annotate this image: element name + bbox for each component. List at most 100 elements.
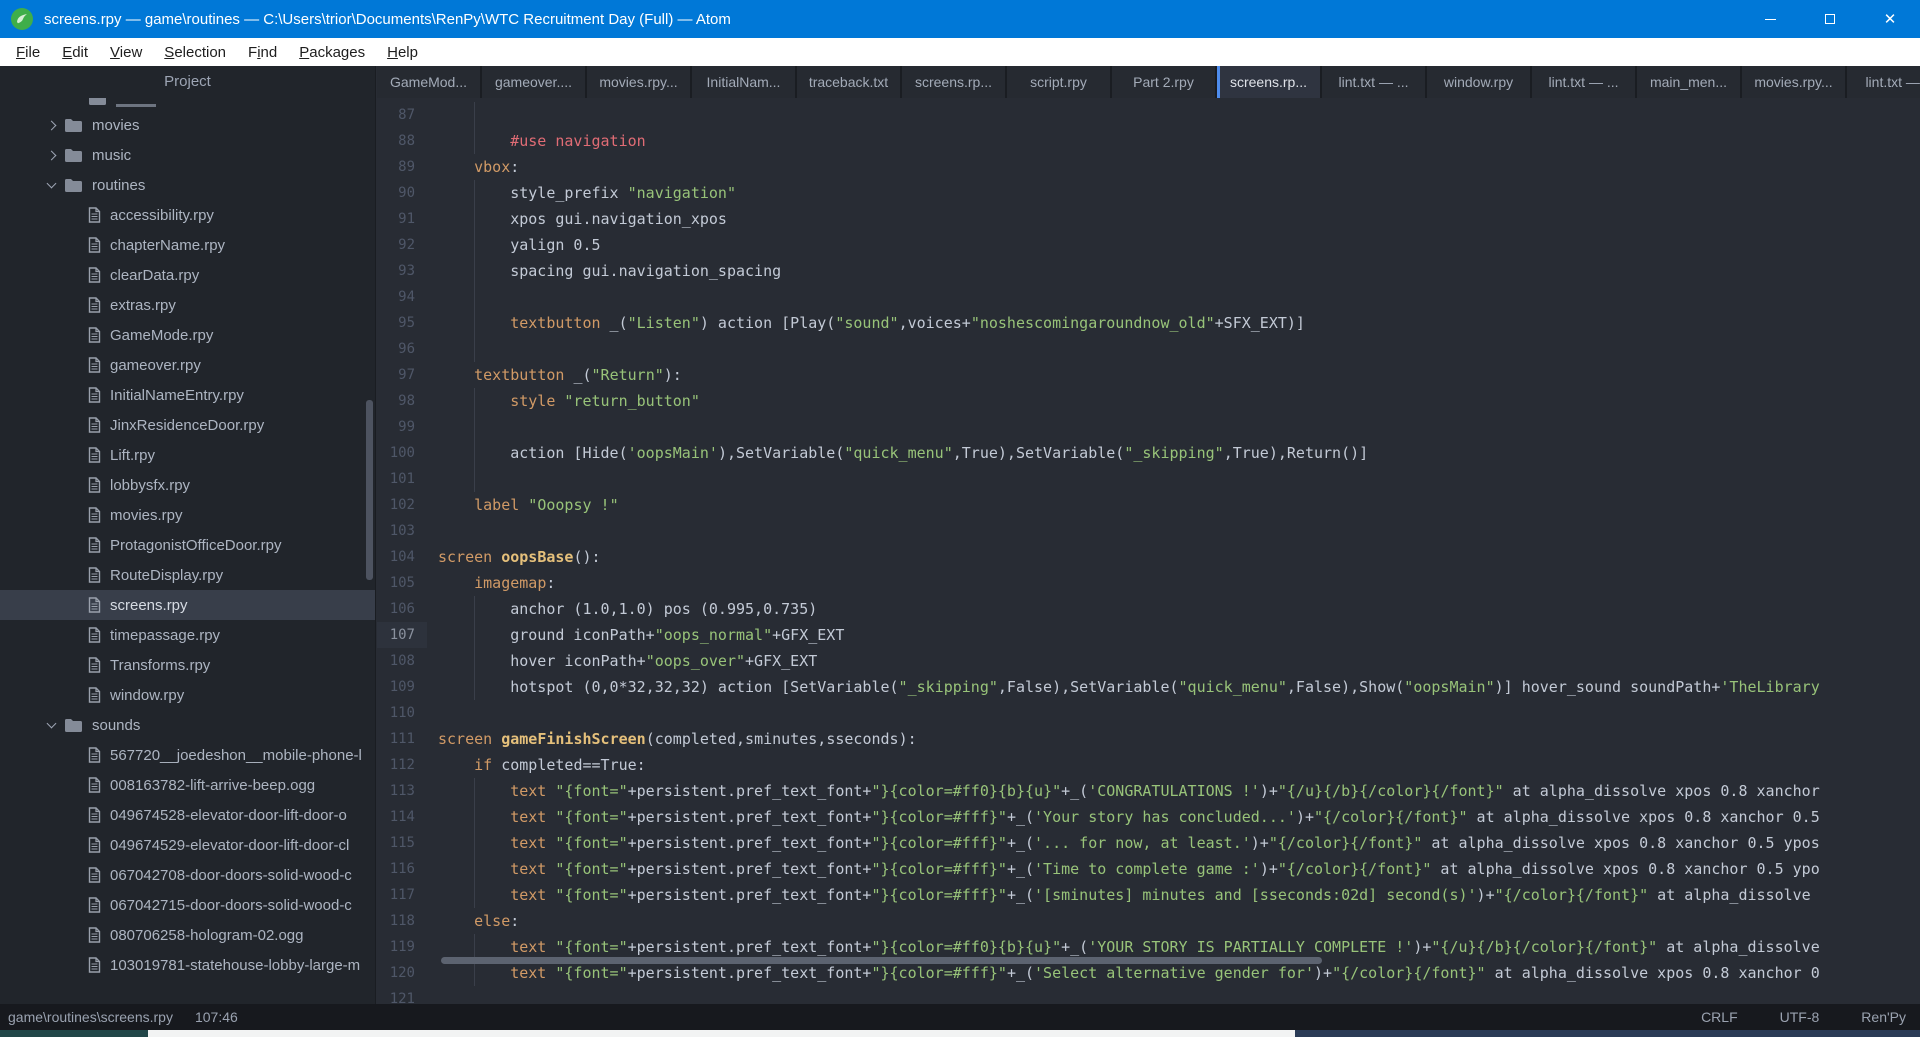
tree-item-music[interactable]: music xyxy=(0,140,375,170)
tab-gameover[interactable]: gameover.... xyxy=(482,66,585,98)
line-number[interactable]: 92 xyxy=(377,232,427,258)
line-number[interactable]: 96 xyxy=(377,336,427,362)
tab-screens-rp[interactable]: screens.rp... xyxy=(902,66,1005,98)
line-number[interactable]: 93 xyxy=(377,258,427,284)
line-number[interactable]: 120 xyxy=(377,960,427,986)
chevron-down-icon[interactable] xyxy=(47,719,57,729)
chevron-right-icon[interactable] xyxy=(47,150,57,160)
tab-traceback-txt[interactable]: traceback.txt xyxy=(797,66,900,98)
tree-item-extras-rpy[interactable]: extras.rpy xyxy=(0,290,375,320)
tree-item-transforms-rpy[interactable]: Transforms.rpy xyxy=(0,650,375,680)
code-line-106[interactable]: 106anchor (1.0,1.0) pos (0.995,0.735) xyxy=(377,596,1920,622)
tree-item-080706258-hologram-02-ogg[interactable]: 080706258-hologram-02.ogg xyxy=(0,920,375,950)
code-line-89[interactable]: 89vbox: xyxy=(377,154,1920,180)
line-number[interactable]: 102 xyxy=(377,492,427,518)
line-number[interactable]: 114 xyxy=(377,804,427,830)
menu-item-file[interactable]: File xyxy=(5,44,51,61)
cursor-position[interactable]: 107:46 xyxy=(195,1009,238,1025)
line-number[interactable]: 113 xyxy=(377,778,427,804)
code-line-101[interactable]: 101 xyxy=(377,466,1920,492)
tab-initialnam[interactable]: InitialNam... xyxy=(692,66,795,98)
tree-item-567720-joedeshon-mobile-phone-l[interactable]: 567720__joedeshon__mobile-phone-l xyxy=(0,740,375,770)
chevron-right-icon[interactable] xyxy=(47,120,57,130)
editor-horizontal-scrollbar[interactable] xyxy=(441,957,1322,964)
line-number[interactable]: 101 xyxy=(377,466,427,492)
menu-item-selection[interactable]: Selection xyxy=(153,44,237,61)
code-line-87[interactable]: 87 xyxy=(377,102,1920,128)
line-number[interactable]: 111 xyxy=(377,726,427,752)
menu-item-find[interactable]: Find xyxy=(237,44,288,61)
line-number[interactable]: 106 xyxy=(377,596,427,622)
code-line-110[interactable]: 110 xyxy=(377,700,1920,726)
minimize-button[interactable] xyxy=(1740,0,1800,38)
code-line-113[interactable]: 113text "{font="+persistent.pref_text_fo… xyxy=(377,778,1920,804)
line-number[interactable]: 117 xyxy=(377,882,427,908)
tree-item-cleardata-rpy[interactable]: clearData.rpy xyxy=(0,260,375,290)
line-number[interactable]: 108 xyxy=(377,648,427,674)
project-tree[interactable]: moviesmusicroutinesaccessibility.rpychap… xyxy=(0,98,375,1004)
code-line-94[interactable]: 94 xyxy=(377,284,1920,310)
tab-screens-rp-active[interactable]: screens.rp... xyxy=(1217,66,1320,98)
line-number[interactable]: 91 xyxy=(377,206,427,232)
code-line-112[interactable]: 112if completed==True: xyxy=(377,752,1920,778)
tree-item-routines[interactable]: routines xyxy=(0,170,375,200)
line-number[interactable]: 109 xyxy=(377,674,427,700)
tree-item-lift-rpy[interactable]: Lift.rpy xyxy=(0,440,375,470)
line-number[interactable]: 107 xyxy=(377,622,427,648)
tab-movies-rpy[interactable]: movies.rpy... xyxy=(587,66,690,98)
code-line-91[interactable]: 91xpos gui.navigation_xpos xyxy=(377,206,1920,232)
line-number[interactable]: 88 xyxy=(377,128,427,154)
tab-part-2-rpy[interactable]: Part 2.rpy xyxy=(1112,66,1215,98)
menu-item-help[interactable]: Help xyxy=(376,44,429,61)
code-line-93[interactable]: 93spacing gui.navigation_spacing xyxy=(377,258,1920,284)
code-line-99[interactable]: 99 xyxy=(377,414,1920,440)
line-number[interactable]: 112 xyxy=(377,752,427,778)
tree-item-sounds[interactable]: sounds xyxy=(0,710,375,740)
tree-item-timepassage-rpy[interactable]: timepassage.rpy xyxy=(0,620,375,650)
tree-item-049674529-elevator-door-lift-door-cl[interactable]: 049674529-elevator-door-lift-door-cl xyxy=(0,830,375,860)
line-number[interactable]: 116 xyxy=(377,856,427,882)
code-line-102[interactable]: 102label "Ooopsy !" xyxy=(377,492,1920,518)
tree-item-gameover-rpy[interactable]: gameover.rpy xyxy=(0,350,375,380)
line-number[interactable]: 121 xyxy=(377,986,427,1004)
line-number[interactable]: 105 xyxy=(377,570,427,596)
line-number[interactable]: 104 xyxy=(377,544,427,570)
maximize-button[interactable] xyxy=(1800,0,1860,38)
line-number[interactable]: 87 xyxy=(377,102,427,128)
grammar-indicator[interactable]: Ren'Py xyxy=(1861,1009,1906,1025)
tree-item-008163782-lift-arrive-beep-ogg[interactable]: 008163782-lift-arrive-beep.ogg xyxy=(0,770,375,800)
tree-item-routedisplay-rpy[interactable]: RouteDisplay.rpy xyxy=(0,560,375,590)
tree-item-049674528-elevator-door-lift-door-o[interactable]: 049674528-elevator-door-lift-door-o xyxy=(0,800,375,830)
encoding-indicator[interactable]: UTF-8 xyxy=(1780,1009,1820,1025)
tree-item-window-rpy[interactable]: window.rpy xyxy=(0,680,375,710)
tree-item-103019781-statehouse-lobby-large-m[interactable]: 103019781-statehouse-lobby-large-m xyxy=(0,950,375,980)
code-line-105[interactable]: 105imagemap: xyxy=(377,570,1920,596)
line-ending-indicator[interactable]: CRLF xyxy=(1701,1009,1738,1025)
tab-lint-txt[interactable]: lint.txt — ... xyxy=(1532,66,1635,98)
tab-lint-txt[interactable]: lint.txt — ... xyxy=(1322,66,1425,98)
tab-movies-rpy[interactable]: movies.rpy... xyxy=(1742,66,1845,98)
code-line-117[interactable]: 117text "{font="+persistent.pref_text_fo… xyxy=(377,882,1920,908)
line-number[interactable]: 110 xyxy=(377,700,427,726)
code-line-88[interactable]: 88#use navigation xyxy=(377,128,1920,154)
code-line-108[interactable]: 108hover iconPath+"oops_over"+GFX_EXT xyxy=(377,648,1920,674)
tab-window-rpy[interactable]: window.rpy xyxy=(1427,66,1530,98)
chevron-down-icon[interactable] xyxy=(47,179,57,189)
line-number[interactable]: 94 xyxy=(377,284,427,310)
tree-item-067042715-door-doors-solid-wood-c[interactable]: 067042715-door-doors-solid-wood-c xyxy=(0,890,375,920)
tree-item-movies[interactable]: movies xyxy=(0,110,375,140)
code-line-114[interactable]: 114text "{font="+persistent.pref_text_fo… xyxy=(377,804,1920,830)
menu-item-view[interactable]: View xyxy=(99,44,153,61)
code-line-96[interactable]: 96 xyxy=(377,336,1920,362)
tree-item-screens-rpy[interactable]: screens.rpy xyxy=(0,590,375,620)
code-line-107[interactable]: 107ground iconPath+"oops_normal"+GFX_EXT xyxy=(377,622,1920,648)
tab-gamemod[interactable]: GameMod... xyxy=(377,66,480,98)
code-line-90[interactable]: 90style_prefix "navigation" xyxy=(377,180,1920,206)
line-number[interactable]: 89 xyxy=(377,154,427,180)
close-button[interactable]: ✕ xyxy=(1860,0,1920,38)
tree-item-movies-rpy[interactable]: movies.rpy xyxy=(0,500,375,530)
tree-item-jinxresidencedoor-rpy[interactable]: JinxResidenceDoor.rpy xyxy=(0,410,375,440)
menu-item-packages[interactable]: Packages xyxy=(288,44,376,61)
code-line-95[interactable]: 95textbutton _("Listen") action [Play("s… xyxy=(377,310,1920,336)
tree-item-initialnameentry-rpy[interactable]: InitialNameEntry.rpy xyxy=(0,380,375,410)
